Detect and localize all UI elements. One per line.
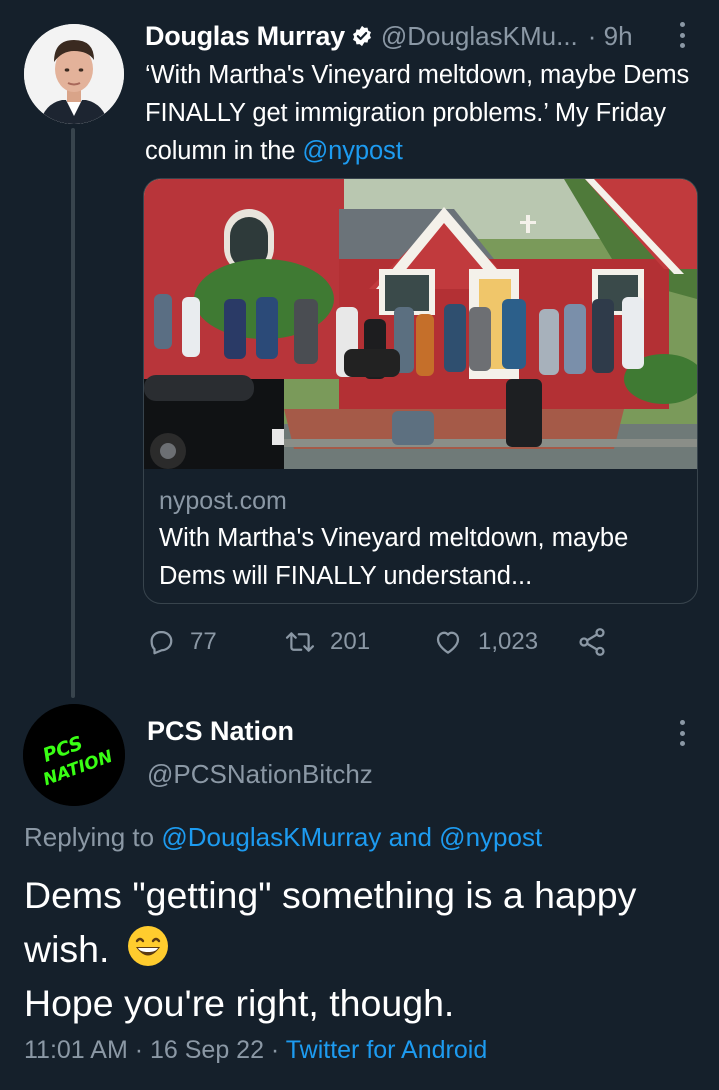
replying-user-nypost[interactable]: @nypost	[439, 822, 542, 852]
replying-to-line: Replying to @DouglasKMurray and @nypost	[24, 822, 542, 853]
heart-icon	[436, 631, 460, 654]
tweet1-handle[interactable]: @DouglasKMu...	[381, 21, 578, 52]
retweet-icon	[285, 632, 315, 652]
grinning-squinting-emoji-icon	[126, 924, 170, 968]
pcs-nation-avatar[interactable]: PCS NATION	[23, 704, 125, 806]
tweet2-text-line1: Dems "getting" something is a happy wish…	[24, 874, 637, 970]
like-action[interactable]: 1,023	[432, 622, 538, 662]
tweet1-author-name[interactable]: Douglas Murray	[145, 21, 345, 52]
douglas-murray-avatar[interactable]	[24, 24, 124, 124]
tweet2-text-line2: Hope you're right, though.	[24, 982, 455, 1024]
share-action[interactable]	[576, 622, 622, 662]
tweet1-mention-link[interactable]: @nypost	[302, 137, 402, 165]
reply-count: 77	[190, 628, 217, 655]
tweet2-timestamp[interactable]: 11:01 AM · 16 Sep 22 ·	[24, 1036, 286, 1064]
replying-and[interactable]: and	[381, 822, 439, 852]
like-count: 1,023	[478, 628, 539, 655]
article-image	[144, 179, 697, 469]
thread-connector-line	[71, 128, 75, 698]
tweet1-action-bar: 77 201 1,023	[146, 622, 626, 662]
reply-icon	[150, 631, 173, 655]
tweet2-meta: 11:01 AM · 16 Sep 22 · Twitter for Andro…	[24, 1036, 487, 1065]
reply-action[interactable]: 77	[146, 622, 217, 662]
share-icon	[579, 628, 605, 656]
tweet2-source[interactable]: Twitter for Android	[286, 1036, 487, 1064]
tweet2-handle[interactable]: @PCSNationBitchz	[147, 759, 373, 790]
tweet1-more-options-icon[interactable]	[678, 22, 686, 48]
replying-prefix: Replying to	[24, 822, 162, 852]
tweet1-header: Douglas Murray @DouglasKMu... · 9h	[145, 16, 695, 56]
link-preview-card[interactable]: nypost.com With Martha's Vineyard meltdo…	[143, 178, 698, 604]
tweet2-text: Dems "getting" something is a happy wish…	[24, 868, 714, 1030]
retweet-action[interactable]: 201	[284, 622, 370, 662]
tweet1-text-body: ‘With Martha's Vineyard meltdown, maybe …	[145, 61, 690, 165]
tweet2-more-options-icon[interactable]	[678, 720, 686, 746]
replying-user-douglas[interactable]: @DouglasKMurray	[161, 822, 381, 852]
tweet1-timestamp[interactable]: · 9h	[588, 21, 633, 52]
verified-badge-icon	[351, 25, 373, 47]
retweet-count: 201	[330, 628, 371, 655]
tweet1-text: ‘With Martha's Vineyard meltdown, maybe …	[145, 56, 700, 170]
card-title: With Martha's Vineyard meltdown, maybe D…	[159, 524, 629, 590]
card-domain: nypost.com	[159, 487, 287, 515]
tweet2-author-name[interactable]: PCS Nation	[147, 716, 294, 747]
